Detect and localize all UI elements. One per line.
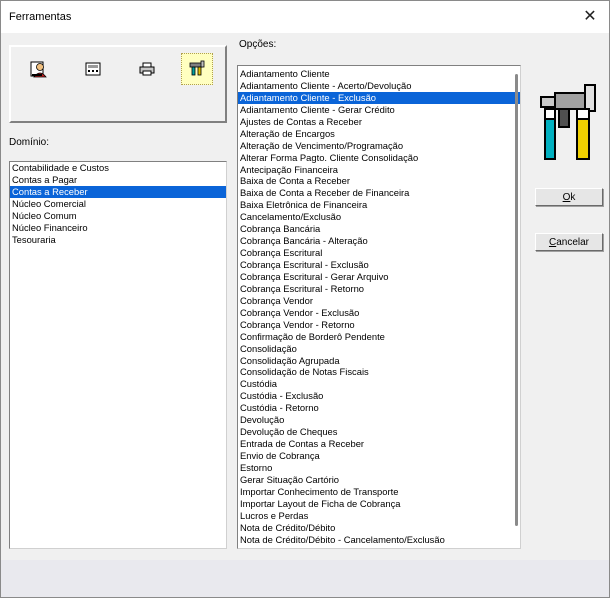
opcoes-list-item[interactable]: Cobrança Bancária - Alteração xyxy=(238,235,520,247)
opcoes-list-item[interactable]: Baixa de Conta a Receber de Financeira xyxy=(238,187,520,199)
opcoes-list-item[interactable]: Entrada de Contas a Receber xyxy=(238,438,520,450)
ok-button[interactable]: Ok xyxy=(535,188,603,206)
title-bar[interactable]: Ferramentas ✕ xyxy=(1,1,609,33)
opcoes-list-item[interactable]: Gerar Situação Cartório xyxy=(238,474,520,486)
opcoes-list-item[interactable]: Adiantamento Cliente xyxy=(238,68,520,80)
ok-rest: k xyxy=(570,192,576,203)
opcoes-list-item[interactable]: Estorno xyxy=(238,462,520,474)
dominio-list-item[interactable]: Contabilidade e Custos xyxy=(10,162,226,174)
cancel-button-label: Cancelar xyxy=(549,237,589,248)
opcoes-list-item[interactable]: Devolução de Cheques xyxy=(238,426,520,438)
opcoes-list-item[interactable]: Cobrança Vendor - Exclusão xyxy=(238,307,520,319)
toolbox-panel xyxy=(9,45,227,123)
opcoes-list-item[interactable]: Envio de Cobrança xyxy=(238,450,520,462)
opcoes-list-item[interactable]: Baixa de Conta a Receber xyxy=(238,175,520,187)
window-title: Ferramentas xyxy=(9,11,72,23)
opcoes-list-item[interactable]: Cobrança Vendor - Retorno xyxy=(238,319,520,331)
dominio-listbox[interactable]: Contabilidade e Custos Contas a Pagar Cont… xyxy=(9,161,227,549)
tools-icon[interactable] xyxy=(181,53,213,85)
opcoes-list-item[interactable]: Cobrança Bancária xyxy=(238,223,520,235)
opcoes-list-item[interactable]: Cobrança Escritural - Exclusão xyxy=(238,259,520,271)
dominio-list-item[interactable]: Núcleo Financeiro xyxy=(10,222,226,234)
dialog-body: Domínio: Contabilidade e Custos Contas a … xyxy=(1,33,609,597)
opcoes-list-item[interactable]: Cancelamento/Exclusão xyxy=(238,211,520,223)
opcoes-list-item[interactable]: Adiantamento Cliente - Acerto/Devolução xyxy=(238,80,520,92)
dominio-list-item[interactable]: Tesouraria xyxy=(10,234,226,246)
opcoes-list-item[interactable]: Antecipação Financeira xyxy=(238,164,520,176)
opcoes-list-item[interactable]: Cobrança Escritural xyxy=(238,247,520,259)
cancel-rest: ancelar xyxy=(556,237,590,248)
cancel-button[interactable]: Cancelar xyxy=(535,233,603,251)
ok-button-label: Ok xyxy=(563,192,576,203)
opcoes-list-item[interactable]: Alteração de Encargos xyxy=(238,128,520,140)
opcoes-list-item[interactable]: Importar Layout de Ficha de Cobrança xyxy=(238,498,520,510)
opcoes-list-item[interactable]: Consolidação xyxy=(238,343,520,355)
opcoes-list-item[interactable]: Consolidação de Notas Fiscais xyxy=(238,366,520,378)
opcoes-list-item[interactable]: Nota de Crédito/Débito - Cancelamento/Ex… xyxy=(238,534,520,546)
dominio-label: Domínio: xyxy=(9,137,50,148)
user-report-icon[interactable] xyxy=(23,53,55,85)
dominio-list-item[interactable]: Núcleo Comercial xyxy=(10,198,226,210)
opcoes-list-item[interactable]: Lucros e Perdas xyxy=(238,510,520,522)
opcoes-listbox[interactable]: Adiantamento Cliente Adiantamento Cliente… xyxy=(237,65,521,549)
tools-large-icon xyxy=(537,83,601,163)
close-icon[interactable]: ✕ xyxy=(575,3,605,31)
opcoes-list-item[interactable]: Baixa Eletrônica de Financeira xyxy=(238,199,520,211)
dominio-list-item[interactable]: Núcleo Comum xyxy=(10,210,226,222)
opcoes-scrollbar[interactable] xyxy=(515,74,518,526)
opcoes-list-item[interactable]: Confirmação de Borderô Pendente xyxy=(238,331,520,343)
opcoes-list-item[interactable]: Cobrança Vendor xyxy=(238,295,520,307)
opcoes-list-item[interactable]: Cobrança Escritural - Retorno xyxy=(238,283,520,295)
dominio-list-item[interactable]: Contas a Pagar xyxy=(10,174,226,186)
opcoes-list-item[interactable]: Devolução xyxy=(238,414,520,426)
opcoes-list-item[interactable]: Adiantamento Cliente - Gerar Crédito xyxy=(238,104,520,116)
opcoes-list-item[interactable]: Adiantamento Cliente - Exclusão xyxy=(238,91,520,104)
opcoes-list-item[interactable]: Consolidação Agrupada xyxy=(238,355,520,367)
opcoes-list-item[interactable]: Alterar Forma Pagto. Cliente Consolidaçã… xyxy=(238,152,520,164)
opcoes-list-item[interactable]: Custódia - Retorno xyxy=(238,402,520,414)
opcoes-list-item[interactable]: Ajustes de Contas a Receber xyxy=(238,116,520,128)
opcoes-list-item[interactable]: Custódia - Exclusão xyxy=(238,390,520,402)
opcoes-list-item[interactable]: Importar Conhecimento de Transporte xyxy=(238,486,520,498)
opcoes-list-item[interactable]: Cobrança Escritural - Gerar Arquivo xyxy=(238,271,520,283)
calculator-icon[interactable] xyxy=(77,53,109,85)
ferramentas-window: Ferramentas ✕ Domínio: Contabilidade e C… xyxy=(0,0,610,598)
opcoes-list-item[interactable]: Custódia xyxy=(238,378,520,390)
opcoes-label: Opções: xyxy=(239,39,277,50)
opcoes-list-item[interactable]: Alteração de Vencimento/Programação xyxy=(238,140,520,152)
opcoes-list-item[interactable]: Nota de Crédito/Débito xyxy=(238,522,520,534)
status-bar xyxy=(1,560,609,597)
printer-icon[interactable] xyxy=(131,53,163,85)
dominio-list-item[interactable]: Contas a Receber xyxy=(10,185,226,198)
